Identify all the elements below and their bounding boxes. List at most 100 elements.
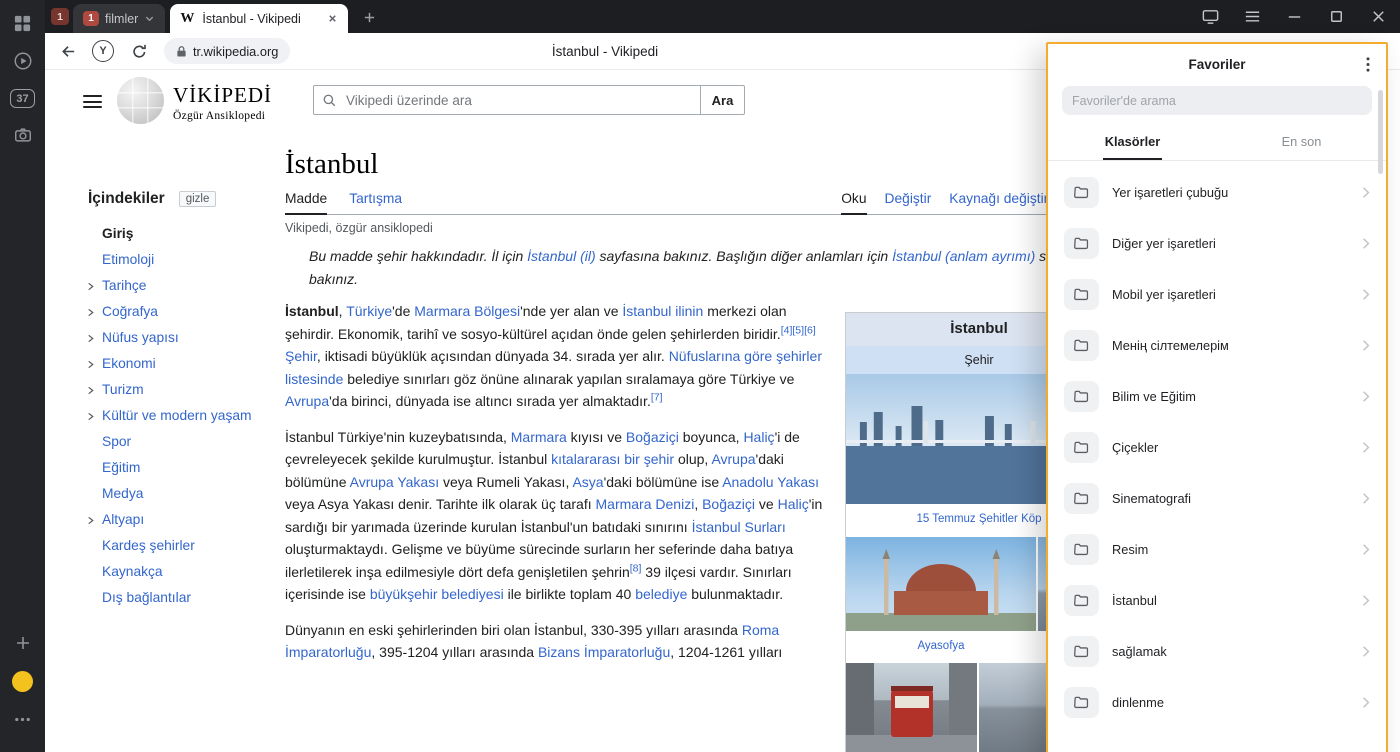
window-minimize-button[interactable]	[1281, 4, 1307, 30]
favorites-folder-row[interactable]: dinlenme	[1048, 677, 1386, 728]
article-tab-madde[interactable]: Madde	[285, 191, 327, 215]
alice-assistant-icon[interactable]	[8, 666, 38, 696]
favorites-folder-row[interactable]: Diğer yer işaretleri	[1048, 218, 1386, 269]
wiki-link[interactable]: Boğaziçi	[626, 429, 679, 445]
send-to-device-icon[interactable]	[1197, 4, 1223, 30]
reference-link[interactable]: [7]	[651, 391, 663, 403]
wiki-link[interactable]: kıtalararası bir şehir	[551, 451, 674, 467]
url-bar[interactable]: tr.wikipedia.org	[164, 38, 290, 64]
wiki-link[interactable]: Şehir	[285, 348, 317, 364]
window-close-button[interactable]	[1365, 4, 1391, 30]
wiki-link[interactable]: Marmara Denizi	[596, 496, 695, 512]
wiki-link[interactable]: büyükşehir belediyesi	[370, 586, 504, 602]
wiki-link[interactable]: Boğaziçi	[702, 496, 755, 512]
yandex-button[interactable]: Y	[92, 40, 114, 62]
wiki-link[interactable]: Haliç	[778, 496, 809, 512]
favorites-folder-row[interactable]: Yer işaretleri çubuğu	[1048, 167, 1386, 218]
tableau-grid-icon[interactable]	[8, 8, 38, 38]
tab-group-filmler[interactable]: 1 filmler	[73, 4, 165, 33]
wiki-link[interactable]: Bizans İmparatorluğu	[538, 644, 670, 660]
toc-expand-icon[interactable]	[86, 308, 95, 317]
reference-link[interactable]: [8]	[630, 562, 642, 574]
wiki-link[interactable]: Avrupa	[711, 451, 755, 467]
wiki-search-button[interactable]: Ara	[701, 85, 745, 115]
wiki-link[interactable]: İstanbul ilinin	[622, 303, 703, 319]
wiki-link[interactable]: Marmara Bölgesi	[414, 303, 520, 319]
toc-expand-icon[interactable]	[86, 334, 95, 343]
toc-item[interactable]: Medya	[88, 480, 285, 506]
refresh-button[interactable]	[124, 36, 154, 66]
wikipedia-logo[interactable]	[117, 77, 164, 124]
wiki-link[interactable]: belediye	[635, 586, 687, 602]
wiki-link[interactable]: İstanbul (il)	[527, 248, 595, 264]
video-play-icon[interactable]	[8, 46, 38, 76]
toc-item[interactable]: Etimoloji	[88, 246, 285, 272]
wiki-link[interactable]: Haliç	[743, 429, 774, 445]
wiki-link[interactable]: Asya	[572, 474, 603, 490]
toc-item[interactable]: Kardeş şehirler	[88, 532, 285, 558]
article-tab-tartışma[interactable]: Tartışma	[349, 191, 402, 214]
reference-link[interactable]: [6]	[804, 324, 816, 336]
reference-link[interactable]: [4]	[781, 324, 793, 336]
wikipedia-wordmark[interactable]: VİKİPEDİ Özgür Ansiklopedi	[173, 83, 272, 122]
toc-expand-icon[interactable]	[86, 282, 95, 291]
toc-expand-icon[interactable]	[86, 516, 95, 525]
toc-item[interactable]: Spor	[88, 428, 285, 454]
article-tab-kaynağı-değiştir[interactable]: Kaynağı değiştir	[949, 191, 1048, 214]
wiki-link[interactable]: Avrupa	[285, 393, 329, 409]
favorites-folder-row[interactable]: Resim	[1048, 524, 1386, 575]
window-maximize-button[interactable]	[1323, 4, 1349, 30]
favorites-tab-klasörler[interactable]: Klasörler	[1048, 125, 1217, 160]
rail-more-icon[interactable]	[8, 704, 38, 734]
infobox-image-tram[interactable]	[846, 663, 977, 752]
toc-item[interactable]: Giriş	[88, 220, 285, 246]
infobox-caption-ayasofya[interactable]: Ayasofya	[846, 631, 1036, 662]
toc-expand-icon[interactable]	[86, 360, 95, 369]
favorites-search-input[interactable]	[1062, 86, 1372, 115]
wiki-link[interactable]: İstanbul Surları	[692, 519, 786, 535]
toc-item[interactable]: Tarihçe	[88, 272, 285, 298]
toc-hide-button[interactable]: gizle	[179, 191, 217, 207]
toc-item[interactable]: Nüfus yapısı	[88, 324, 285, 350]
wiki-menu-icon[interactable]	[83, 95, 102, 108]
wiki-search-input[interactable]	[313, 85, 701, 115]
collapsed-tab-group-chip[interactable]: 1	[51, 8, 69, 25]
toc-expand-icon[interactable]	[86, 386, 95, 395]
tab-close-icon[interactable]	[327, 13, 338, 24]
favorites-folder-row[interactable]: Bilim ve Eğitim	[1048, 371, 1386, 422]
screenshot-camera-icon[interactable]	[8, 120, 38, 150]
favorites-folder-row[interactable]: sağlamak	[1048, 626, 1386, 677]
article-tab-değiştir[interactable]: Değiştir	[885, 191, 932, 214]
browser-menu-icon[interactable]	[1239, 4, 1265, 30]
favorites-tab-en-son[interactable]: En son	[1217, 125, 1386, 160]
favorites-folder-row[interactable]: İstanbul	[1048, 575, 1386, 626]
wiki-link[interactable]: Marmara	[511, 429, 567, 445]
toc-item[interactable]: Turizm	[88, 376, 285, 402]
toc-item[interactable]: Eğitim	[88, 454, 285, 480]
tab-counter-badge[interactable]: 37	[10, 89, 35, 108]
infobox-image-ayasofya[interactable]	[846, 537, 1036, 631]
toc-item[interactable]: Ekonomi	[88, 350, 285, 376]
new-tab-button[interactable]	[356, 4, 382, 30]
reference-link[interactable]: [5]	[792, 324, 804, 336]
toc-item[interactable]: Altyapı	[88, 506, 285, 532]
wiki-link[interactable]: Avrupa Yakası	[350, 474, 440, 490]
kebab-menu-icon[interactable]	[1366, 57, 1370, 72]
wiki-link[interactable]: Anadolu Yakası	[722, 474, 819, 490]
toc-item[interactable]: Kaynakça	[88, 558, 285, 584]
wiki-link[interactable]: Türkiye	[346, 303, 392, 319]
wiki-link[interactable]: İstanbul (anlam ayrımı)	[892, 248, 1035, 264]
scrollbar-thumb[interactable]	[1378, 90, 1383, 174]
toc-item[interactable]: Kültür ve modern yaşam	[88, 402, 285, 428]
article-tab-oku[interactable]: Oku	[841, 191, 866, 215]
toc-item[interactable]: Dış bağlantılar	[88, 584, 285, 610]
favorites-folder-row[interactable]: Менің сілтемелерім	[1048, 320, 1386, 371]
favorites-folder-row[interactable]: Çiçekler	[1048, 422, 1386, 473]
toc-item[interactable]: Coğrafya	[88, 298, 285, 324]
toc-expand-icon[interactable]	[86, 412, 95, 421]
favorites-folder-row[interactable]: Mobil yer işaretleri	[1048, 269, 1386, 320]
back-button[interactable]	[53, 36, 83, 66]
tab-istanbul-vikipedi[interactable]: W İstanbul - Vikipedi	[170, 4, 348, 33]
favorites-folder-row[interactable]: Sinematografi	[1048, 473, 1386, 524]
rail-add-icon[interactable]	[8, 628, 38, 658]
